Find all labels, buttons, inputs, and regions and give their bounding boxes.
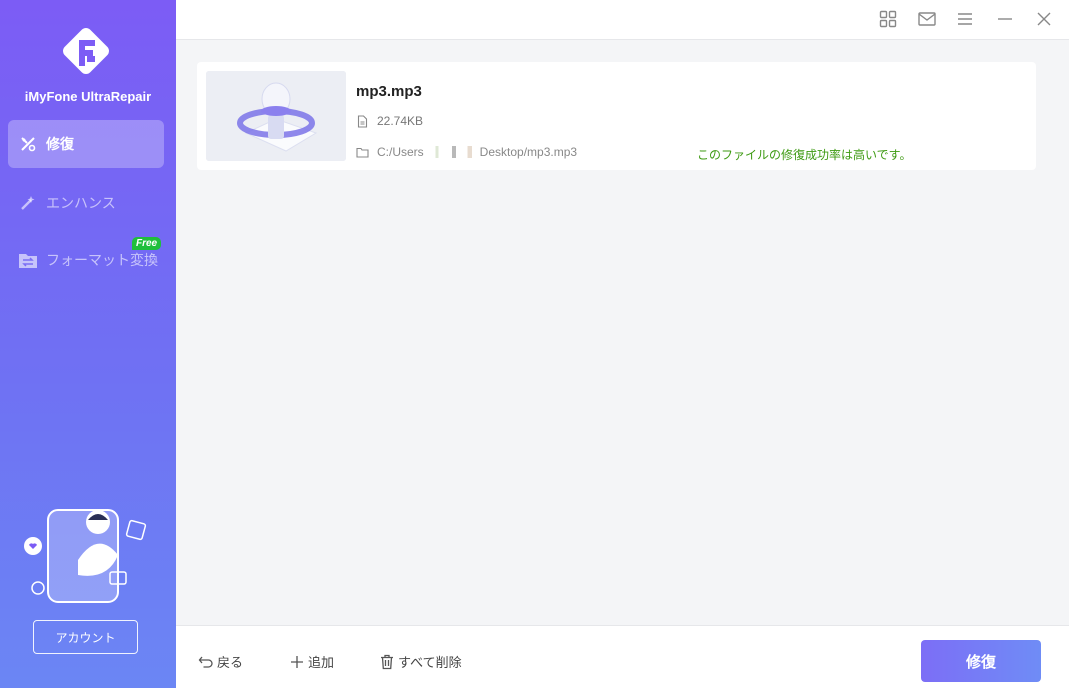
add-button[interactable]: 追加 [289, 652, 334, 671]
redacted-path-segment [425, 146, 478, 158]
delete-all-button[interactable]: すべて削除 [379, 652, 462, 671]
app-name: iMyFone UltraRepair [24, 89, 152, 104]
delete-all-label: すべて削除 [398, 655, 462, 670]
undo-icon [198, 656, 213, 668]
repair-button[interactable]: 修復 [921, 640, 1041, 682]
sidebar-item-label: エンハンス [46, 195, 116, 211]
file-size: 22.74KB [377, 114, 424, 128]
back-button[interactable]: 戻る [198, 652, 243, 671]
file-path-prefix: C:/Users [377, 145, 424, 159]
menu-icon[interactable] [954, 8, 976, 30]
folder-icon [356, 147, 369, 158]
file-path-suffix: Desktop/mp3.mp3 [479, 145, 578, 159]
trash-icon [381, 654, 393, 669]
account-button[interactable]: アカウント [33, 620, 138, 654]
grid-icon[interactable] [877, 8, 899, 30]
sidebar-item-label: フォーマット変換 [46, 252, 158, 268]
minimize-icon[interactable] [994, 8, 1016, 30]
file-name: mp3.mp3 [356, 83, 422, 100]
file-path-row: C:/Users Desktop/mp3.mp3 [356, 145, 577, 159]
convert-folder-icon [18, 250, 38, 270]
close-icon[interactable] [1033, 8, 1055, 30]
file-size-row: 22.74KB [356, 114, 423, 128]
mail-icon[interactable] [916, 8, 938, 30]
sidebar: iMyFone UltraRepair 修復 エンハンス フォーマット変換 Fr… [0, 0, 176, 688]
repair-tools-icon [18, 134, 38, 154]
file-icon [357, 114, 368, 128]
audio-file-thumbnail [206, 71, 346, 161]
bottom-bar: 戻る 追加 すべて削除 修復 [176, 625, 1069, 688]
file-card[interactable]: mp3.mp3 22.74KB C:/Users Desktop/mp3.mp3… [197, 62, 1036, 170]
person-illustration [24, 509, 147, 603]
plus-icon [291, 655, 303, 668]
free-badge: Free [132, 237, 162, 250]
app-logo [63, 28, 109, 74]
back-label: 戻る [217, 655, 244, 670]
repair-status: このファイルの修復成功率は高いです。 [697, 148, 912, 162]
magic-wand-icon [18, 193, 38, 213]
sidebar-item-enhance[interactable]: エンハンス [8, 179, 164, 227]
sidebar-item-label: 修復 [46, 136, 74, 152]
sidebar-item-repair[interactable]: 修復 [8, 120, 164, 168]
title-bar [176, 0, 1069, 40]
add-label: 追加 [308, 655, 335, 670]
